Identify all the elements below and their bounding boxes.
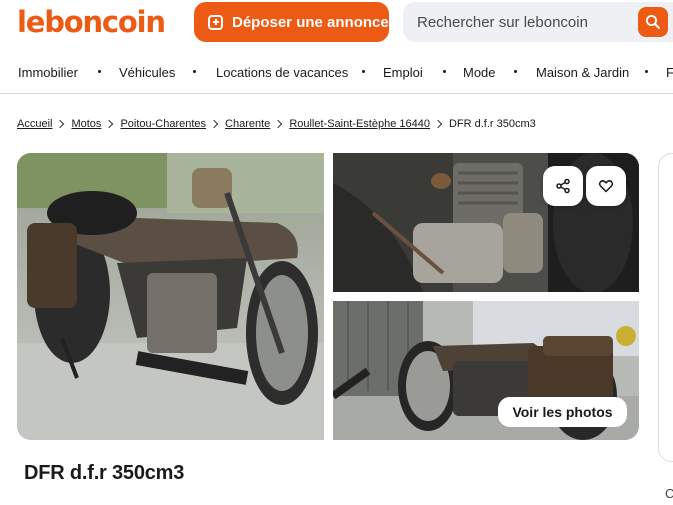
site-header: leboncoin Déposer une annonce bbox=[0, 0, 673, 52]
chevron-right-icon bbox=[56, 119, 65, 129]
plus-square-icon bbox=[208, 14, 223, 30]
favorite-button[interactable] bbox=[586, 166, 626, 206]
leboncoin-logo[interactable]: leboncoin bbox=[17, 2, 166, 42]
nav-separator bbox=[362, 70, 365, 73]
nav-separator bbox=[514, 70, 517, 73]
breadcrumb: Accueil Motos Poitou-Charentes Charente … bbox=[17, 116, 536, 132]
chevron-right-icon bbox=[274, 119, 283, 129]
breadcrumb-department[interactable]: Charente bbox=[225, 118, 270, 130]
chevron-right-icon bbox=[209, 119, 219, 129]
breadcrumb-accueil[interactable]: Accueil bbox=[17, 118, 52, 130]
nav-separator bbox=[645, 70, 648, 73]
search-bar bbox=[403, 2, 673, 42]
category-nav: Immobilier Véhicules Locations de vacanc… bbox=[0, 56, 673, 88]
nav-separator bbox=[443, 70, 446, 73]
share-button[interactable] bbox=[543, 166, 583, 206]
nav-item-maison-jardin[interactable]: Maison & Jardin bbox=[536, 65, 629, 80]
heart-icon bbox=[598, 180, 614, 193]
nav-separator bbox=[193, 70, 196, 73]
nav-item-mode[interactable]: Mode bbox=[463, 65, 496, 80]
nav-item-vehicules[interactable]: Véhicules bbox=[119, 65, 175, 80]
nav-item-locations-vacances[interactable]: Locations de vacances bbox=[216, 65, 348, 80]
header-divider bbox=[0, 93, 673, 94]
chevron-right-icon bbox=[105, 119, 114, 129]
share-icon bbox=[556, 178, 570, 194]
search-icon bbox=[645, 14, 660, 29]
side-panel-text: C bbox=[665, 486, 673, 501]
breadcrumb-city[interactable]: Roullet-Saint-Estèphe 16440 bbox=[289, 118, 430, 130]
nav-item-immobilier[interactable]: Immobilier bbox=[18, 65, 78, 80]
breadcrumb-current: DFR d.f.r 350cm3 bbox=[448, 118, 536, 130]
search-input[interactable] bbox=[417, 2, 627, 42]
post-ad-button[interactable]: Déposer une annonce bbox=[194, 2, 389, 42]
nav-item-truncated[interactable]: F bbox=[666, 65, 673, 80]
breadcrumb-region[interactable]: Poitou-Charentes bbox=[120, 118, 206, 130]
nav-separator bbox=[98, 70, 101, 73]
view-photos-button[interactable]: Voir les photos bbox=[498, 397, 627, 427]
seller-side-card bbox=[658, 153, 673, 462]
listing-title: DFR d.f.r 350cm3 bbox=[24, 462, 185, 484]
post-ad-label: Déposer une annonce bbox=[232, 13, 389, 31]
search-button[interactable] bbox=[638, 7, 668, 37]
nav-item-emploi[interactable]: Emploi bbox=[383, 65, 423, 80]
breadcrumb-motos[interactable]: Motos bbox=[71, 118, 101, 130]
motorcycle-photo bbox=[17, 153, 324, 440]
chevron-right-icon bbox=[433, 119, 443, 129]
gallery-photo-main[interactable] bbox=[17, 153, 324, 440]
